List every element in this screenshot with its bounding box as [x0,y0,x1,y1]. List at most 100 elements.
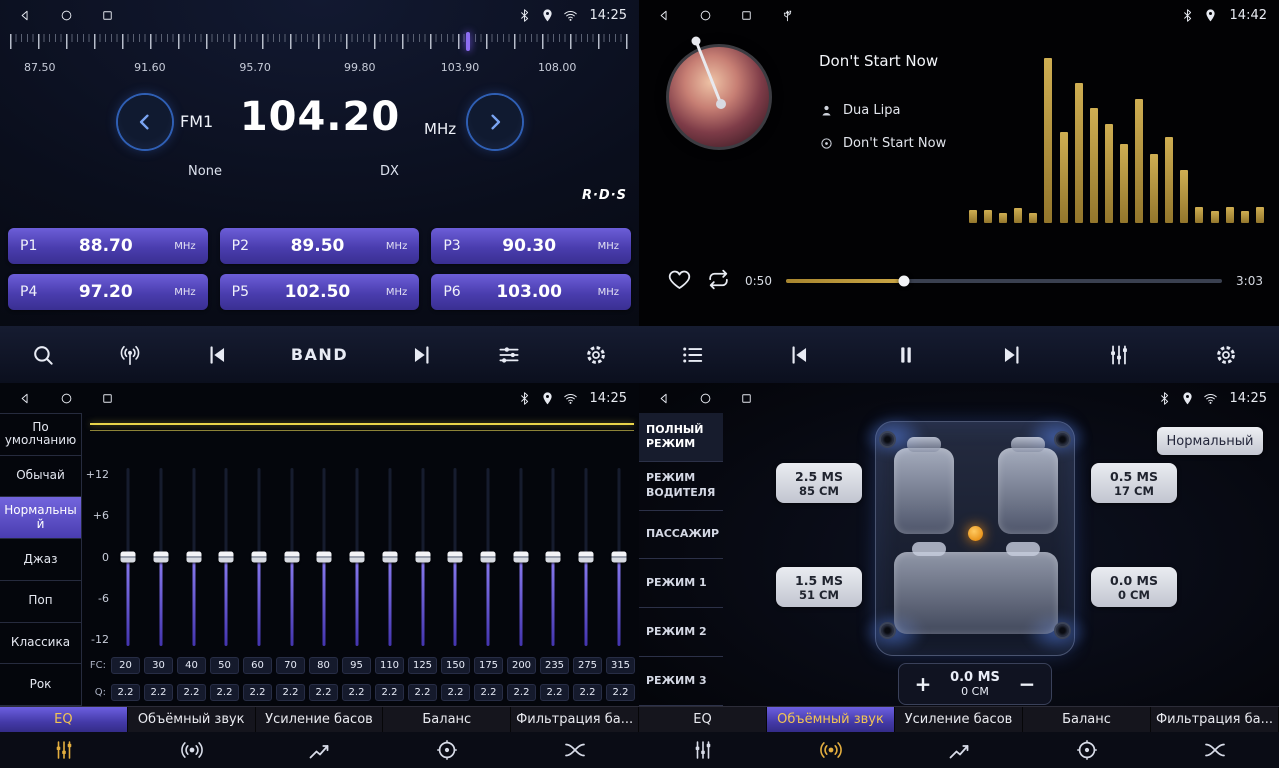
eq-slider-knob[interactable] [415,552,430,563]
eq-band-slider[interactable] [546,468,561,646]
eq-slider-knob[interactable] [121,552,136,563]
eq-slider-knob[interactable] [578,552,593,563]
band-button[interactable]: BAND [291,345,348,364]
home-icon[interactable] [698,391,713,406]
recents-icon[interactable] [100,391,115,406]
eq-band-slider[interactable] [480,468,495,646]
eq-band-slider[interactable] [317,468,332,646]
tab-surround[interactable]: Объёмный звук [767,707,895,732]
eq-band-slider[interactable] [252,468,267,646]
pause-button[interactable] [893,342,919,368]
decrease-delay-button[interactable]: − [1017,672,1037,696]
next-track-button[interactable] [999,342,1025,368]
tab-eq-icon-cell[interactable] [0,732,128,768]
mode-1[interactable]: РЕЖИМ 1 [639,559,723,608]
front-right-delay[interactable]: 0.5 MS 17 CM [1091,463,1177,503]
tab-balance-icon-cell[interactable] [1023,732,1151,768]
eq-band-slider[interactable] [284,468,299,646]
preset-button-p1[interactable]: P1 88.70 MHz [8,228,208,264]
next-station-button[interactable] [409,342,435,368]
eq-preset-custom[interactable]: Обычай [0,456,81,498]
eq-preset-rock[interactable]: Рок [0,664,81,706]
eq-band-slider[interactable] [121,468,136,646]
previous-track-button[interactable] [786,342,812,368]
eq-slider-knob[interactable] [480,552,495,563]
mode-passenger[interactable]: ПАССАЖИР [639,511,723,560]
increase-delay-button[interactable]: + [913,672,933,696]
eq-band-slider[interactable] [578,468,593,646]
eq-slider-knob[interactable] [513,552,528,563]
eq-slider-knob[interactable] [350,552,365,563]
audio-settings-button[interactable] [496,342,522,368]
recents-icon[interactable] [739,391,754,406]
back-icon[interactable] [18,391,33,406]
back-icon[interactable] [657,8,672,23]
stage-preset-button[interactable]: Нормальный [1157,427,1263,455]
rear-right-delay[interactable]: 0.0 MS 0 CM [1091,567,1177,607]
preset-button-p2[interactable]: P2 89.50 MHz [220,228,420,264]
eq-preset-normal[interactable]: Нормальный [0,497,81,539]
favorite-button[interactable] [667,267,692,296]
seek-up-button[interactable] [468,95,522,149]
eq-preset-jazz[interactable]: Джаз [0,539,81,581]
settings-button[interactable] [1213,342,1239,368]
tab-filter-icon-cell[interactable] [1151,732,1279,768]
eq-preset-default[interactable]: По умолчанию [0,414,81,456]
listening-position-dot[interactable] [968,526,983,541]
mode-full[interactable]: ПОЛНЫЙ РЕЖИМ [639,413,723,462]
tab-eq[interactable]: EQ [0,707,128,732]
mode-driver[interactable]: РЕЖИМ ВОДИТЕЛЯ [639,462,723,511]
back-icon[interactable] [18,8,33,23]
mode-2[interactable]: РЕЖИМ 2 [639,608,723,657]
eq-band-slider[interactable] [350,468,365,646]
tab-balance[interactable]: Баланс [383,707,511,732]
eq-slider-knob[interactable] [317,552,332,563]
tab-bass-icon-cell[interactable] [256,732,384,768]
playlist-button[interactable] [679,342,705,368]
settings-button[interactable] [583,342,609,368]
tab-bass-icon-cell[interactable] [895,732,1023,768]
back-icon[interactable] [657,391,672,406]
preset-button-p5[interactable]: P5 102.50 MHz [220,274,420,310]
broadcast-button[interactable] [117,342,143,368]
eq-slider-knob[interactable] [284,552,299,563]
tab-surround-icon-cell[interactable] [767,732,895,768]
preset-button-p4[interactable]: P4 97.20 MHz [8,274,208,310]
tab-filter[interactable]: Фильтрация ба... [1151,707,1279,732]
eq-preset-pop[interactable]: Поп [0,581,81,623]
eq-slider-knob[interactable] [219,552,234,563]
eq-slider-knob[interactable] [611,552,626,563]
eq-slider-knob[interactable] [252,552,267,563]
tab-surround-icon-cell[interactable] [128,732,256,768]
eq-slider-knob[interactable] [382,552,397,563]
eq-band-slider[interactable] [154,468,169,646]
preset-button-p6[interactable]: P6 103.00 MHz [431,274,631,310]
eq-preset-classic[interactable]: Классика [0,623,81,665]
front-left-delay[interactable]: 2.5 MS 85 CM [776,463,862,503]
tab-filter-icon-cell[interactable] [511,732,639,768]
seek-down-button[interactable] [118,95,172,149]
mode-3[interactable]: РЕЖИМ 3 [639,657,723,706]
tab-eq[interactable]: EQ [639,707,767,732]
tab-bass-boost[interactable]: Усиление басов [256,707,384,732]
progress-bar[interactable] [786,279,1222,283]
eq-slider-knob[interactable] [154,552,169,563]
eq-band-slider[interactable] [448,468,463,646]
scan-button[interactable] [30,342,56,368]
progress-knob[interactable] [898,276,909,287]
eq-band-slider[interactable] [382,468,397,646]
eq-band-slider[interactable] [219,468,234,646]
preset-button-p3[interactable]: P3 90.30 MHz [431,228,631,264]
eq-band-slider[interactable] [415,468,430,646]
home-icon[interactable] [59,391,74,406]
recents-icon[interactable] [739,8,754,23]
tab-eq-icon-cell[interactable] [639,732,767,768]
eq-slider-knob[interactable] [448,552,463,563]
tab-balance[interactable]: Баланс [1023,707,1151,732]
eq-slider-knob[interactable] [186,552,201,563]
frequency-dial[interactable]: 87.50 91.60 95.70 99.80 103.90 108.00 [10,34,629,82]
eq-band-slider[interactable] [513,468,528,646]
rear-left-delay[interactable]: 1.5 MS 51 CM [776,567,862,607]
repeat-button[interactable] [706,267,731,296]
eq-band-slider[interactable] [186,468,201,646]
